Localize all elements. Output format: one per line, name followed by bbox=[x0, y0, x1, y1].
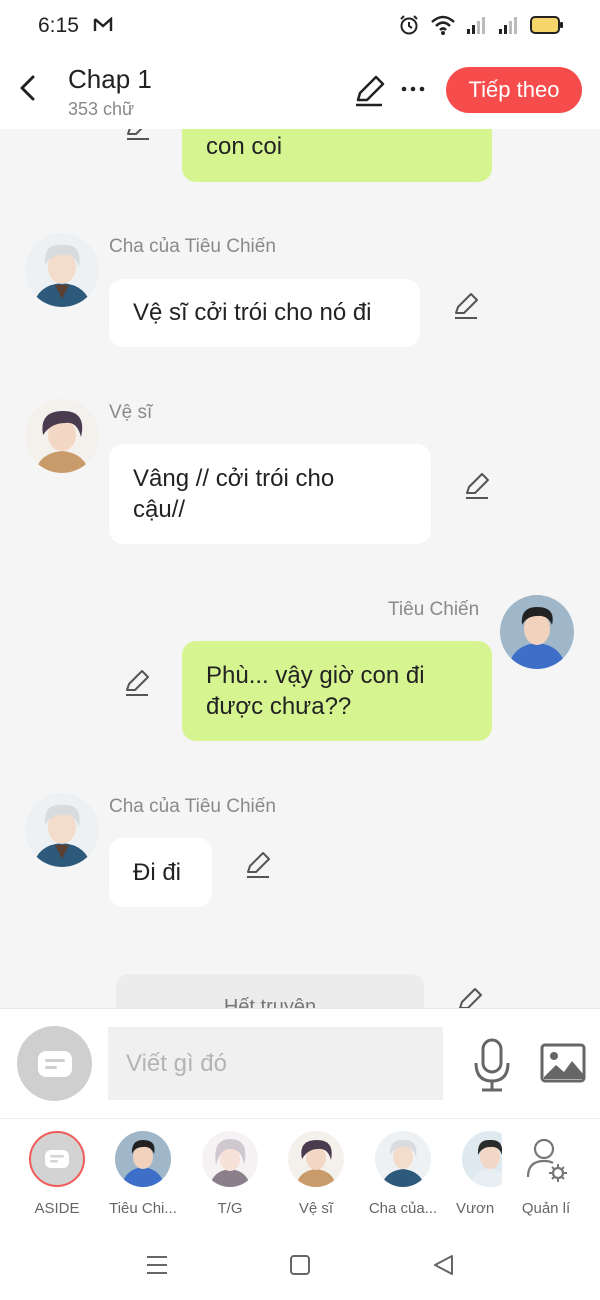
edit-message-icon[interactable] bbox=[452, 292, 480, 320]
edit-message-icon[interactable] bbox=[456, 987, 484, 1009]
message-composer bbox=[0, 1008, 600, 1118]
message-bubble[interactable]: Vệ sĩ cởi trói cho nó đi bbox=[109, 279, 420, 347]
sender-name: Vệ sĩ bbox=[109, 402, 153, 423]
user-settings-icon bbox=[526, 1138, 567, 1182]
character-bar: ASIDE Tiêu Chi... T/G Vệ sĩ Cha của... V… bbox=[0, 1118, 600, 1228]
sender-name: Cha của Tiêu Chiến bbox=[109, 796, 276, 817]
message-input[interactable] bbox=[108, 1027, 443, 1100]
character-label: T/G bbox=[217, 1200, 243, 1217]
mail-icon bbox=[93, 17, 113, 31]
message-text-line: cậu// bbox=[133, 496, 186, 523]
avatar bbox=[115, 1131, 171, 1187]
microphone-icon[interactable] bbox=[470, 1037, 514, 1093]
story-end-card[interactable]: Hết truyện bbox=[116, 974, 424, 1009]
avatar bbox=[29, 1131, 85, 1187]
system-nav-bar bbox=[0, 1228, 600, 1300]
alarm-icon bbox=[400, 15, 418, 35]
character-tieu-chien[interactable]: Tiêu Chi... bbox=[100, 1129, 186, 1217]
message-text-line: Vâng // cởi trói cho bbox=[133, 465, 335, 492]
back-triangle-icon[interactable] bbox=[428, 1250, 458, 1280]
avatar bbox=[202, 1131, 258, 1187]
avatar[interactable] bbox=[25, 399, 99, 473]
image-icon[interactable] bbox=[540, 1043, 586, 1083]
status-icons bbox=[398, 14, 564, 36]
character-ve-si[interactable]: Vệ sĩ bbox=[273, 1129, 359, 1217]
character-label: Cha của... bbox=[368, 1200, 438, 1217]
character-label: Vệ sĩ bbox=[298, 1200, 334, 1217]
avatar bbox=[375, 1131, 431, 1187]
battery-icon bbox=[530, 16, 563, 34]
sender-name: Tiêu Chiến bbox=[388, 599, 480, 620]
status-bar: 6:15 bbox=[0, 0, 600, 52]
edit-message-icon[interactable] bbox=[463, 472, 491, 500]
message-bubble[interactable]: Vâng // cởi trói cho cậu// bbox=[109, 444, 431, 544]
message-icon bbox=[37, 1050, 72, 1077]
message-text-line: Phù... vậy giờ con đi bbox=[206, 662, 425, 689]
status-time: 6:15 bbox=[38, 14, 79, 37]
message-icon bbox=[45, 1150, 69, 1168]
character-label: ASIDE bbox=[34, 1200, 80, 1217]
aside-button[interactable] bbox=[17, 1026, 92, 1101]
signal-icon-1 bbox=[467, 17, 485, 34]
message-text: con coi bbox=[206, 133, 283, 160]
manage-characters-button[interactable]: Quản lí bbox=[503, 1129, 589, 1217]
sender-name: Cha của Tiêu Chiến bbox=[109, 236, 276, 257]
next-chapter-button[interactable]: Tiếp theo bbox=[446, 67, 582, 113]
edit-title-button[interactable] bbox=[352, 74, 386, 108]
message-bubble[interactable]: Đi đi bbox=[109, 838, 212, 907]
avatar[interactable] bbox=[25, 793, 99, 867]
character-vuon[interactable]: Vươn bbox=[446, 1129, 502, 1217]
home-icon[interactable] bbox=[285, 1250, 315, 1280]
character-tg[interactable]: T/G bbox=[187, 1129, 273, 1217]
message-text-line: được chưa?? bbox=[206, 693, 352, 720]
top-bar: Chap 1 353 chữ Tiếp theo bbox=[0, 52, 600, 129]
character-label: Vươn bbox=[456, 1200, 495, 1217]
message-text: Đi đi bbox=[133, 859, 182, 886]
avatar bbox=[462, 1131, 502, 1187]
avatar[interactable] bbox=[25, 233, 99, 307]
message-text: Vệ sĩ cởi trói cho nó đi bbox=[133, 299, 372, 326]
wifi-icon bbox=[431, 15, 455, 35]
manage-icon-wrap bbox=[518, 1131, 574, 1187]
edit-message-icon[interactable] bbox=[123, 669, 151, 697]
message-bubble[interactable]: con coi bbox=[182, 129, 492, 182]
avatar bbox=[288, 1131, 344, 1187]
back-button[interactable] bbox=[10, 68, 44, 108]
chevron-left-icon bbox=[20, 75, 35, 101]
chat-area[interactable]: con coi Cha của Tiêu Chiến Vệ sĩ cởi tró… bbox=[0, 129, 600, 1009]
more-dots-icon bbox=[401, 86, 425, 92]
avatar[interactable] bbox=[500, 595, 574, 669]
message-bubble[interactable]: Phù... vậy giờ con đi được chưa?? bbox=[182, 641, 492, 741]
signal-icon-2 bbox=[499, 17, 517, 34]
menu-icon[interactable] bbox=[142, 1250, 172, 1280]
page-title: Chap 1 bbox=[68, 64, 152, 94]
more-options-button[interactable] bbox=[398, 76, 428, 106]
edit-message-icon[interactable] bbox=[124, 129, 152, 141]
character-label: Tiêu Chi... bbox=[109, 1200, 177, 1217]
edit-message-icon[interactable] bbox=[244, 851, 272, 879]
word-count: 353 chữ bbox=[68, 99, 135, 119]
character-cha[interactable]: Cha của... bbox=[360, 1129, 446, 1217]
character-aside[interactable]: ASIDE bbox=[14, 1129, 100, 1217]
character-label: Quản lí bbox=[521, 1200, 571, 1217]
